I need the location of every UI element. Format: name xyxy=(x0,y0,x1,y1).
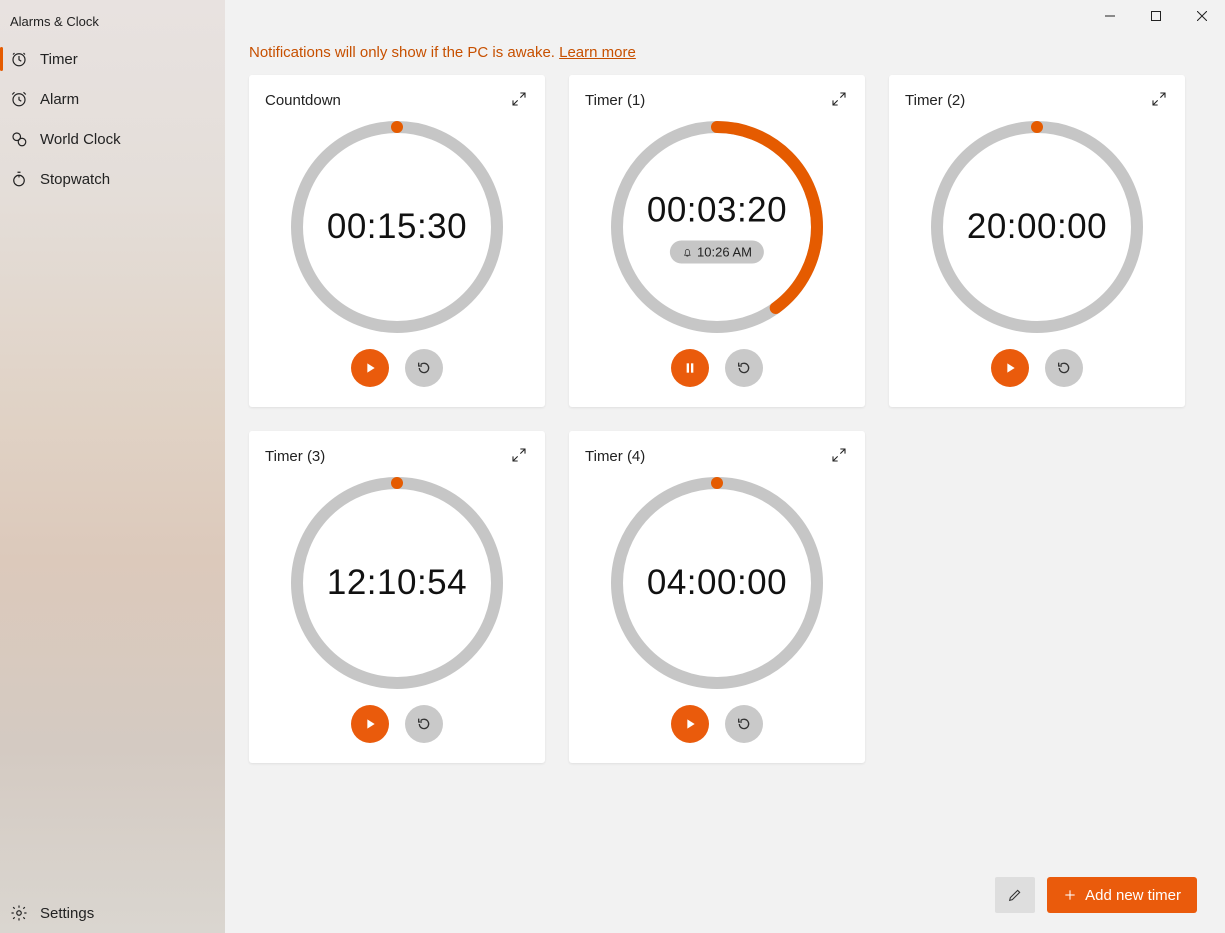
notification-banner: Notifications will only show if the PC i… xyxy=(225,0,1225,75)
close-button[interactable] xyxy=(1179,0,1225,32)
play-button[interactable] xyxy=(351,349,389,387)
expand-button[interactable] xyxy=(511,91,529,109)
expand-button[interactable] xyxy=(511,447,529,465)
timer-name: Timer (2) xyxy=(905,92,965,109)
gear-icon xyxy=(10,904,28,922)
expand-button[interactable] xyxy=(1151,91,1169,109)
bottom-bar: Add new timer xyxy=(995,877,1197,913)
play-button[interactable] xyxy=(351,705,389,743)
reset-button[interactable] xyxy=(725,705,763,743)
timer-card[interactable]: Timer (3) 12:10:54 xyxy=(249,431,545,763)
timer-time: 04:00:00 xyxy=(647,563,787,603)
learn-more-link[interactable]: Learn more xyxy=(559,44,636,61)
timer-grid: Countdown 00:15:30 Timer (1) xyxy=(225,75,1225,763)
reset-button[interactable] xyxy=(725,349,763,387)
play-button[interactable] xyxy=(671,705,709,743)
bell-time-pill: 10:26 AM xyxy=(670,241,764,264)
sidebar-item-world-clock[interactable]: World Clock xyxy=(0,119,225,159)
timer-time: 00:03:20 xyxy=(647,191,787,231)
pause-button[interactable] xyxy=(671,349,709,387)
reset-button[interactable] xyxy=(1045,349,1083,387)
timer-name: Timer (1) xyxy=(585,92,645,109)
timer-card[interactable]: Timer (2) 20:00:00 xyxy=(889,75,1185,407)
sidebar: Alarms & Clock Timer Alarm World Clock S… xyxy=(0,0,225,933)
sidebar-item-timer[interactable]: Timer xyxy=(0,39,225,79)
play-button[interactable] xyxy=(991,349,1029,387)
nav-label: Timer xyxy=(40,51,78,68)
timer-icon xyxy=(10,50,28,68)
add-new-timer-button[interactable]: Add new timer xyxy=(1047,877,1197,913)
timer-time: 00:15:30 xyxy=(327,207,467,247)
timer-card[interactable]: Timer (4) 04:00:00 xyxy=(569,431,865,763)
maximize-button[interactable] xyxy=(1133,0,1179,32)
sidebar-item-stopwatch[interactable]: Stopwatch xyxy=(0,159,225,199)
app-title: Alarms & Clock xyxy=(0,0,225,39)
timer-card[interactable]: Countdown 00:15:30 xyxy=(249,75,545,407)
timer-card[interactable]: Timer (1) 00:03:20 10:26 AM xyxy=(569,75,865,407)
nav-label: Stopwatch xyxy=(40,171,110,188)
expand-button[interactable] xyxy=(831,91,849,109)
main-content: Notifications will only show if the PC i… xyxy=(225,0,1225,933)
nav-label: Settings xyxy=(40,905,94,922)
sidebar-item-settings[interactable]: Settings xyxy=(0,893,225,933)
notice-text: Notifications will only show if the PC i… xyxy=(249,44,559,61)
alarm-icon xyxy=(10,90,28,108)
nav-label: Alarm xyxy=(40,91,79,108)
reset-button[interactable] xyxy=(405,705,443,743)
timer-name: Countdown xyxy=(265,92,341,109)
timer-name: Timer (3) xyxy=(265,448,325,465)
reset-button[interactable] xyxy=(405,349,443,387)
nav-label: World Clock xyxy=(40,131,121,148)
stopwatch-icon xyxy=(10,170,28,188)
timer-time: 20:00:00 xyxy=(967,207,1107,247)
expand-button[interactable] xyxy=(831,447,849,465)
timer-name: Timer (4) xyxy=(585,448,645,465)
minimize-button[interactable] xyxy=(1087,0,1133,32)
sidebar-item-alarm[interactable]: Alarm xyxy=(0,79,225,119)
bell-time: 10:26 AM xyxy=(697,245,752,260)
timer-time: 12:10:54 xyxy=(327,563,467,603)
edit-button[interactable] xyxy=(995,877,1035,913)
world-clock-icon xyxy=(10,130,28,148)
window-controls xyxy=(1087,0,1225,32)
add-timer-label: Add new timer xyxy=(1085,887,1181,904)
